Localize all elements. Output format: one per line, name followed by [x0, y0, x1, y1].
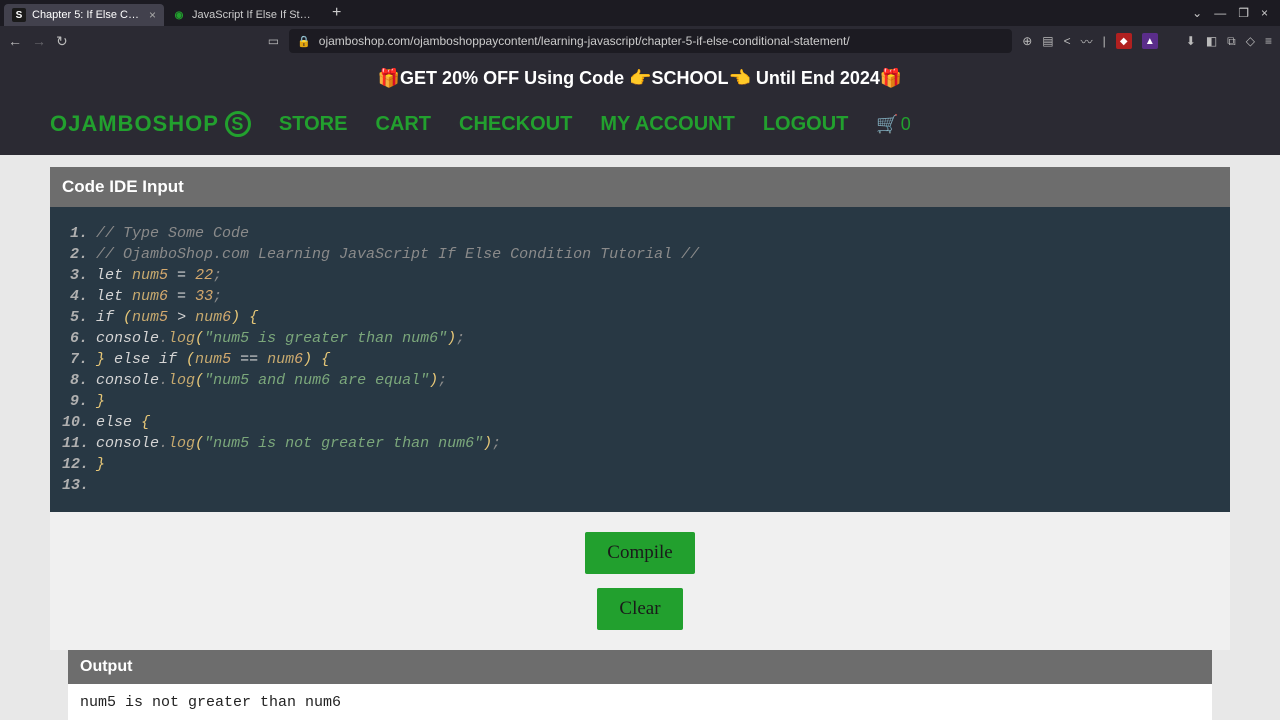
settings-icon[interactable]: ◇ [1246, 34, 1255, 48]
line-content: // OjamboShop.com Learning JavaScript If… [96, 244, 699, 265]
cart-count: 0 [901, 114, 911, 135]
line-number: 13. [62, 475, 96, 496]
compile-button[interactable]: Compile [585, 532, 694, 574]
line-number: 7. [62, 349, 96, 370]
page-content[interactable]: 🎁GET 20% OFF Using Code 👉SCHOOL👈 Until E… [0, 56, 1280, 720]
code-line: 4.let num6 = 33; [62, 286, 1218, 307]
page-body: Code IDE Input 1.// Type Some Code2.// O… [0, 155, 1280, 720]
line-content: // Type Some Code [96, 223, 249, 244]
output-text: num5 is not greater than num6 [68, 684, 1212, 720]
download-icon[interactable]: ⬇ [1186, 34, 1196, 48]
tab-title: JavaScript If Else If Statement - [192, 9, 316, 21]
code-line: 12. } [62, 454, 1218, 475]
code-line: 2.// OjamboShop.com Learning JavaScript … [62, 244, 1218, 265]
url-input[interactable]: 🔒 ojamboshop.com/ojamboshoppaycontent/le… [289, 29, 1012, 53]
code-editor[interactable]: 1.// Type Some Code2.// OjamboShop.com L… [50, 207, 1230, 512]
clipboard-icon[interactable]: ▤ [1042, 34, 1053, 48]
site-logo[interactable]: OJAMBOSHOP S [50, 111, 251, 137]
line-number: 9. [62, 391, 96, 412]
minimize-icon[interactable]: — [1214, 6, 1226, 20]
new-tab-button[interactable]: + [324, 4, 349, 22]
line-number: 12. [62, 454, 96, 475]
line-content: let num6 = 33; [96, 286, 222, 307]
menu-icon[interactable]: ≡ [1265, 34, 1272, 48]
window-controls: ⌄ — ❐ × [1192, 6, 1276, 20]
address-bar: ← → ↻ ▭ 🔒 ojamboshop.com/ojamboshoppayco… [0, 26, 1280, 56]
promo-banner: 🎁GET 20% OFF Using Code 👉SCHOOL👈 Until E… [0, 56, 1280, 101]
line-content: console.log("num5 and num6 are equal"); [96, 370, 447, 391]
nav-checkout[interactable]: CHECKOUT [459, 113, 572, 136]
line-number: 11. [62, 433, 96, 454]
sidebar-icon[interactable]: ◧ [1206, 34, 1217, 48]
code-line: 1.// Type Some Code [62, 223, 1218, 244]
favicon-icon: ◉ [172, 8, 186, 22]
back-button[interactable]: ← [8, 33, 22, 49]
button-area: Compile Clear [50, 512, 1230, 650]
line-content: if (num5 > num6) { [96, 307, 258, 328]
nav-account[interactable]: MY ACCOUNT [600, 113, 734, 136]
line-content: } else if (num5 == num6) { [96, 349, 330, 370]
nav-cart[interactable]: CART [375, 113, 431, 136]
nav-store[interactable]: STORE [279, 113, 348, 136]
extension-icon[interactable]: ◆ [1116, 33, 1132, 49]
line-number: 2. [62, 244, 96, 265]
browser-tab[interactable]: ◉ JavaScript If Else If Statement - [164, 4, 324, 26]
toolbar-actions: ⊕ ▤ < 〰 | ◆ ▲ ⬇ ◧ ⧉ ◇ ≡ [1022, 33, 1272, 50]
cart-icon[interactable]: 🛒0 [876, 114, 910, 135]
favicon-icon: S [12, 8, 26, 22]
reload-button[interactable]: ↻ [56, 33, 68, 50]
code-line: 3.let num5 = 22; [62, 265, 1218, 286]
line-number: 3. [62, 265, 96, 286]
close-icon[interactable]: × [149, 8, 156, 22]
code-line: 7.} else if (num5 == num6) { [62, 349, 1218, 370]
line-number: 8. [62, 370, 96, 391]
pip-icon[interactable]: ⧉ [1227, 34, 1236, 49]
extension-icon[interactable]: ▲ [1142, 33, 1158, 49]
code-line: 9.} [62, 391, 1218, 412]
code-line: 6. console.log("num5 is greater than num… [62, 328, 1218, 349]
line-content: } [96, 391, 105, 412]
line-number: 6. [62, 328, 96, 349]
line-content: else { [96, 412, 150, 433]
tab-title: Chapter 5: If Else Condition [32, 9, 143, 21]
lock-icon: 🔒 [297, 35, 311, 48]
share-icon[interactable]: < [1064, 34, 1071, 48]
forward-button[interactable]: → [32, 33, 46, 49]
code-line: 13. [62, 475, 1218, 496]
line-number: 10. [62, 412, 96, 433]
site-navbar: OJAMBOSHOP S STORE CART CHECKOUT MY ACCO… [0, 101, 1280, 155]
code-line: 10. else { [62, 412, 1218, 433]
line-content: console.log("num5 is not greater than nu… [96, 433, 501, 454]
logo-icon: S [225, 111, 251, 137]
code-line: 11. console.log("num5 is not greater tha… [62, 433, 1218, 454]
code-line: 8. console.log("num5 and num6 are equal"… [62, 370, 1218, 391]
line-number: 5. [62, 307, 96, 328]
code-panel-header: Code IDE Input [50, 167, 1230, 207]
reader-icon[interactable]: ▭ [268, 34, 279, 48]
url-text: ojamboshop.com/ojamboshoppaycontent/lear… [319, 34, 850, 48]
maximize-icon[interactable]: ❐ [1238, 6, 1249, 20]
line-content: } [96, 454, 105, 475]
code-line: 5.if (num5 > num6) { [62, 307, 1218, 328]
nav-logout[interactable]: LOGOUT [763, 113, 849, 136]
output-header: Output [68, 650, 1212, 684]
line-number: 1. [62, 223, 96, 244]
zoom-icon[interactable]: ⊕ [1022, 34, 1032, 48]
line-content: console.log("num5 is greater than num6")… [96, 328, 465, 349]
close-window-icon[interactable]: × [1261, 6, 1268, 20]
rss-icon[interactable]: 〰 [1081, 33, 1093, 50]
browser-tab-active[interactable]: S Chapter 5: If Else Condition × [4, 4, 164, 26]
clear-button[interactable]: Clear [597, 588, 682, 630]
browser-titlebar: S Chapter 5: If Else Condition × ◉ JavaS… [0, 0, 1280, 26]
logo-text: OJAMBOSHOP [50, 111, 219, 137]
line-number: 4. [62, 286, 96, 307]
chevron-down-icon[interactable]: ⌄ [1192, 6, 1202, 20]
divider: | [1103, 34, 1106, 48]
line-content: let num5 = 22; [96, 265, 222, 286]
